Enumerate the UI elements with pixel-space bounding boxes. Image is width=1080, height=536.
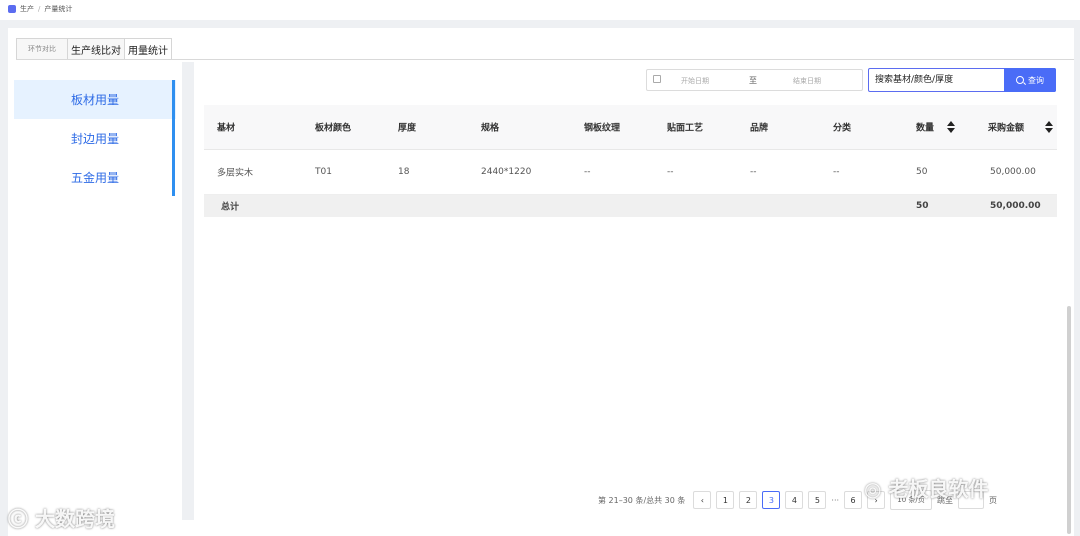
page-button[interactable]: 5	[808, 491, 827, 509]
tab-line-compare[interactable]: 生产线比对	[67, 38, 125, 59]
tab-bar: 环节对比 生产线比对 用量统计	[16, 38, 172, 60]
sidebar-item-edge-usage[interactable]: 封边用量	[14, 119, 176, 158]
cell-substrate: 多层实木	[217, 168, 254, 179]
usage-table: 基材 板材颜色 厚度 规格 钢板纹理 贴面工艺 品牌 分类 数量 采购金额 多层…	[204, 105, 1057, 217]
total-label: 总计	[221, 202, 240, 213]
content-gutter	[182, 62, 194, 520]
column-header-thickness: 厚度	[398, 123, 417, 134]
main-panel: 环节对比 生产线比对 用量统计 板材用量 封边用量 五金用量 开始日期 至 结束…	[8, 28, 1074, 536]
tab-divider	[16, 59, 1074, 60]
breadcrumb: 生产 / 产量统计	[8, 4, 72, 14]
watermark-left: ⓒ 大数跨境	[8, 503, 115, 532]
table-row[interactable]: 多层实木 T01 18 2440*1220 -- -- -- -- 50 50,…	[204, 150, 1057, 195]
pagination-summary: 第 21–30 条/总共 30 条	[598, 495, 686, 505]
date-range-picker[interactable]: 开始日期 至 结束日期	[646, 69, 863, 91]
page-button-current[interactable]: 3	[762, 491, 781, 509]
scrollbar[interactable]	[1067, 306, 1071, 534]
date-range-separator: 至	[749, 76, 757, 85]
search-button[interactable]: 查询	[1004, 68, 1056, 92]
page-button-last[interactable]: 6	[844, 491, 863, 509]
breadcrumb-separator: /	[38, 5, 41, 13]
wechat-icon: ◎	[864, 477, 882, 501]
total-quantity: 50	[916, 201, 929, 211]
calendar-icon	[653, 75, 661, 83]
search-icon	[1016, 76, 1024, 84]
search-input[interactable]	[869, 69, 1003, 91]
sidebar-accent-bar	[172, 80, 175, 196]
tab-usage-stats[interactable]: 用量统计	[124, 38, 172, 60]
watermark-right: ◎ 老板良软件	[864, 473, 988, 502]
start-date-placeholder[interactable]: 开始日期	[681, 76, 709, 86]
column-header-veneer-process: 贴面工艺	[667, 123, 704, 134]
sort-quantity-icon[interactable]	[947, 121, 956, 133]
end-date-placeholder[interactable]: 结束日期	[793, 76, 821, 86]
column-header-brand: 品牌	[750, 123, 769, 134]
cell-purchase-amount: 50,000.00	[990, 167, 1036, 177]
cell-plate-texture: --	[584, 167, 591, 177]
watermark-left-text: 大数跨境	[34, 507, 115, 531]
breadcrumb-item-production[interactable]: 生产	[20, 4, 34, 14]
search-box: 查询	[868, 68, 1056, 92]
cell-quantity: 50	[916, 167, 928, 177]
prev-page-button[interactable]: ‹	[693, 491, 712, 509]
sort-amount-icon[interactable]	[1045, 121, 1054, 133]
table-header-row: 基材 板材颜色 厚度 规格 钢板纹理 贴面工艺 品牌 分类 数量 采购金额	[204, 105, 1057, 150]
page-button[interactable]: 1	[716, 491, 735, 509]
cell-spec: 2440*1220	[481, 167, 532, 177]
column-header-purchase-amount: 采购金额	[988, 123, 1025, 134]
app-logo-icon	[8, 5, 16, 13]
page-button[interactable]: 2	[739, 491, 758, 509]
cell-thickness: 18	[398, 167, 410, 177]
column-header-substrate: 基材	[217, 123, 236, 134]
table-total-row: 总计 50 50,000.00	[204, 195, 1057, 217]
goto-suffix: 页	[989, 495, 998, 505]
cell-category: --	[833, 167, 840, 177]
sidebar-item-hardware-usage[interactable]: 五金用量	[14, 158, 176, 197]
column-header-quantity: 数量	[916, 123, 935, 134]
pagination-ellipsis[interactable]: ···	[831, 496, 839, 505]
column-header-board-color: 板材颜色	[315, 123, 352, 134]
cell-brand: --	[750, 167, 757, 177]
top-bar: 生产 / 产量统计	[0, 0, 1080, 20]
column-header-category: 分类	[833, 123, 852, 134]
sidebar-item-board-usage[interactable]: 板材用量	[14, 80, 176, 119]
search-button-label: 查询	[1028, 75, 1044, 85]
tab-stage-compare[interactable]: 环节对比	[16, 38, 68, 59]
breadcrumb-item-output-stats: 产量统计	[44, 5, 73, 13]
watermark-logo-icon: ⓒ	[8, 507, 28, 531]
column-header-plate-texture: 钢板纹理	[584, 123, 621, 134]
column-header-spec: 规格	[481, 123, 500, 134]
watermark-right-text: 老板良软件	[888, 477, 989, 501]
sidebar: 板材用量 封边用量 五金用量	[14, 80, 176, 197]
total-amount: 50,000.00	[990, 201, 1041, 211]
cell-veneer-process: --	[667, 167, 674, 177]
cell-board-color: T01	[315, 167, 332, 177]
page-button[interactable]: 4	[785, 491, 804, 509]
